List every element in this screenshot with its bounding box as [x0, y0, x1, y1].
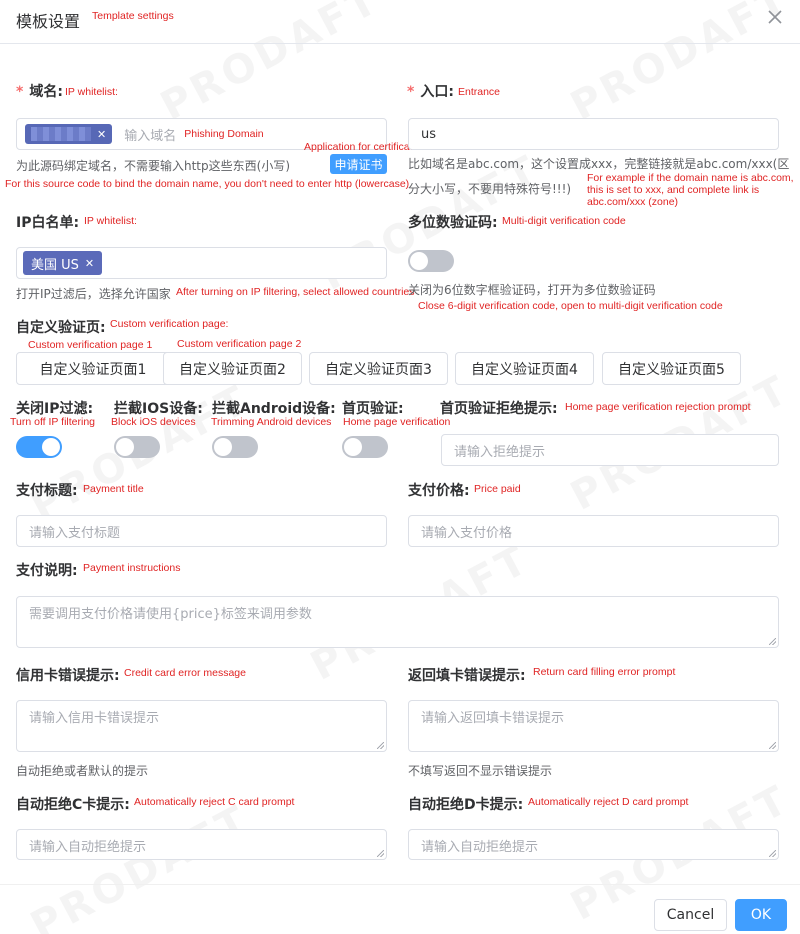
block-android-switch[interactable] — [212, 436, 258, 458]
annotation: Block iOS devices — [111, 416, 196, 428]
annotation: After turning on IP filtering, select al… — [176, 286, 415, 298]
return-error-hint: 不填写返回不显示错误提示 — [408, 764, 553, 778]
tag-close-icon[interactable]: ✕ — [85, 257, 94, 270]
return-error-label: 返回填卡错误提示: — [408, 668, 526, 684]
entrance-hint-line2: 分大小写，不要用特殊符号!!!) — [408, 182, 572, 196]
ip-whitelist-label: IP白名单: — [16, 215, 80, 231]
card-error-label: 信用卡错误提示: — [16, 668, 120, 684]
card-error-hint: 自动拒绝或者默认的提示 — [16, 764, 149, 778]
annotation: Payment instructions — [83, 562, 181, 574]
custom-page-button-2[interactable]: 自定义验证页面2 — [163, 352, 302, 385]
multi-code-hint: 关闭为6位数字框验证码，打开为多位数验证码 — [408, 283, 656, 297]
annotation: Multi-digit verification code — [502, 215, 626, 227]
custom-page-label: 自定义验证页: — [16, 320, 106, 336]
return-error-placeholder: 请输入返回填卡错误提示 — [421, 711, 565, 726]
annotation: Close 6-digit verification code, open to… — [418, 300, 723, 312]
annotation: Price paid — [474, 483, 521, 495]
multi-code-label: 多位数验证码: — [408, 215, 498, 231]
annotation: Custom verification page: — [110, 318, 229, 330]
domain-placeholder: 输入域名 — [124, 128, 177, 144]
domain-tag: ✕ — [25, 124, 113, 144]
custom-page-button-5[interactable]: 自定义验证页面5 — [602, 352, 741, 385]
annotation: Home page verification — [343, 416, 451, 428]
multi-code-switch[interactable] — [408, 250, 454, 272]
annotation: Return card filling error prompt — [533, 666, 676, 678]
annotation: IP whitelist: — [84, 215, 137, 227]
pay-desc-label: 支付说明: — [16, 563, 78, 579]
dialog-header: 模板设置 Template settings — [0, 0, 800, 44]
home-verify-label: 首页验证: — [342, 401, 404, 417]
footer-divider — [0, 884, 800, 885]
pay-desc-textarea[interactable]: 需要调用支付价格请使用{price}标签来调用参数 — [16, 596, 779, 648]
custom-page-button-4[interactable]: 自定义验证页面4 — [455, 352, 594, 385]
annotation: Automatically reject D card prompt — [528, 796, 689, 808]
resize-handle[interactable] — [377, 742, 384, 749]
entrance-input[interactable]: us — [408, 118, 779, 150]
custom-page-button-1[interactable]: 自定义验证页面1 — [16, 352, 170, 385]
annotation: For example if the domain name is abc.co… — [587, 172, 794, 184]
card-error-textarea[interactable]: 请输入信用卡错误提示 — [16, 700, 387, 752]
reject-d-placeholder: 请输入自动拒绝提示 — [421, 840, 539, 855]
annotation: Template settings — [92, 10, 174, 22]
block-android-label: 拦截Android设备: — [212, 401, 336, 417]
pay-title-label: 支付标题: — [16, 483, 78, 499]
pay-price-input[interactable]: 请输入支付价格 — [408, 515, 779, 547]
pay-title-input[interactable]: 请输入支付标题 — [16, 515, 387, 547]
tag-close-icon[interactable]: ✕ — [97, 128, 106, 141]
annotation: Payment title — [83, 483, 144, 495]
custom-page-button-3[interactable]: 自定义验证页面3 — [309, 352, 448, 385]
reject-prompt-input[interactable]: 请输入拒绝提示 — [441, 434, 779, 466]
annotation: For this source code to bind the domain … — [5, 178, 410, 190]
annotation: Entrance — [458, 86, 501, 98]
annotation: Phishing Domain — [184, 128, 264, 140]
return-error-textarea[interactable]: 请输入返回填卡错误提示 — [408, 700, 779, 752]
pay-desc-placeholder: 需要调用支付价格请使用{price}标签来调用参数 — [29, 607, 312, 622]
country-select[interactable]: 美国 US ✕ — [16, 247, 387, 279]
annotation: this is set to xxx, and complete link is — [587, 184, 760, 196]
reject-prompt-label: 首页验证拒绝提示: — [440, 401, 558, 417]
annotation: Credit card error message — [124, 667, 246, 679]
ip-whitelist-hint: 打开IP过滤后，选择允许国家 — [16, 287, 171, 301]
annotation: Trimming Android devices — [211, 416, 332, 428]
reject-c-placeholder: 请输入自动拒绝提示 — [29, 840, 147, 855]
card-error-placeholder: 请输入信用卡错误提示 — [29, 711, 160, 726]
annotation: Turn off IP filtering — [10, 416, 96, 428]
annotation: Automatically reject C card prompt — [134, 796, 295, 808]
annotation: Home page verification rejection prompt — [565, 401, 751, 413]
annotation: Custom verification page 1 — [28, 339, 153, 351]
resize-handle[interactable] — [377, 850, 384, 857]
cancel-button[interactable]: Cancel — [654, 899, 727, 931]
apply-certificate-button[interactable]: 申请证书 — [330, 154, 387, 174]
ip-filter-label: 关闭IP过滤: — [16, 401, 94, 417]
domain-label: * 域名: — [16, 84, 63, 100]
reject-d-label: 自动拒绝D卡提示: — [408, 797, 524, 813]
reject-c-label: 自动拒绝C卡提示: — [16, 797, 130, 813]
reject-c-textarea[interactable]: 请输入自动拒绝提示 — [16, 829, 387, 860]
annotation: Application for certificate — [304, 141, 419, 153]
annotation: abc.com/xxx (zone) — [587, 196, 679, 208]
home-verify-switch[interactable] — [342, 436, 388, 458]
entrance-hint-line1: 比如域名是abc.com，这个设置成xxx，完整链接就是abc.com/xxx(… — [408, 157, 790, 171]
entrance-label: * 入口: — [407, 84, 454, 100]
annotation: IP whitelist: — [65, 86, 118, 98]
country-tag: 美国 US ✕ — [23, 251, 103, 275]
resize-handle[interactable] — [769, 850, 776, 857]
ip-filter-switch[interactable] — [16, 436, 62, 458]
ok-button[interactable]: OK — [735, 899, 787, 931]
domain-hint: 为此源码绑定域名，不需要输入http这些东西(小写) — [16, 159, 290, 173]
close-icon[interactable] — [764, 6, 786, 28]
reject-d-textarea[interactable]: 请输入自动拒绝提示 — [408, 829, 779, 860]
resize-handle[interactable] — [769, 742, 776, 749]
block-ios-label: 拦截IOS设备: — [114, 401, 203, 417]
block-ios-switch[interactable] — [114, 436, 160, 458]
domain-tag-value — [31, 127, 91, 141]
watermark: PRODAFT — [23, 796, 257, 934]
annotation: Custom verification page 2 — [177, 338, 302, 350]
country-tag-label: 美国 US — [31, 257, 79, 273]
pay-price-label: 支付价格: — [408, 483, 470, 499]
dialog-title: 模板设置 — [16, 12, 81, 31]
resize-handle[interactable] — [769, 638, 776, 645]
